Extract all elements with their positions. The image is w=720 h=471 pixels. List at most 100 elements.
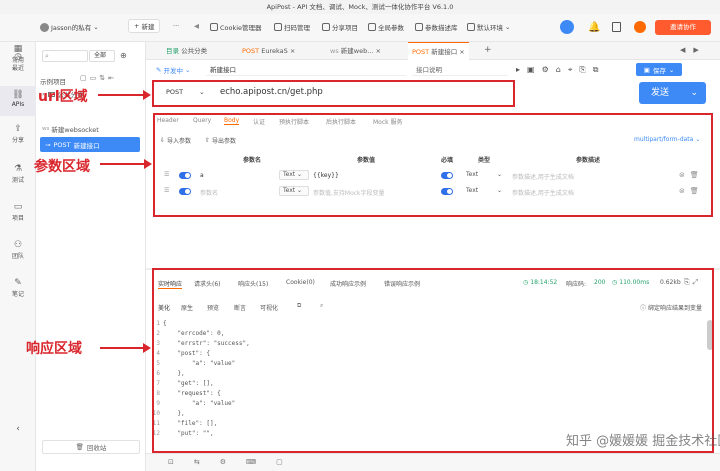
env-selector[interactable]: 默认环境 ⌄ bbox=[467, 22, 510, 32]
recycle-bin-button[interactable]: 🗑 回收站 bbox=[42, 440, 140, 454]
tab-websocket[interactable]: ws 新建web... × bbox=[326, 42, 385, 60]
response-region-box bbox=[152, 268, 714, 453]
method-tag: POST bbox=[53, 140, 71, 149]
trash-icon: 🗑 bbox=[75, 443, 84, 451]
close-icon[interactable]: × bbox=[459, 48, 464, 56]
tab-label: 新建web... bbox=[340, 47, 374, 55]
collapse-icon[interactable]: ‹ bbox=[0, 424, 36, 434]
method-tag: ws bbox=[42, 126, 50, 132]
status-label: 开发中 bbox=[163, 67, 183, 75]
tree-item-label: 新建websocket bbox=[51, 126, 99, 134]
library-icon bbox=[415, 23, 423, 31]
api-desc-input[interactable]: 接口说明 bbox=[412, 64, 508, 76]
doc-icon[interactable] bbox=[612, 22, 621, 32]
param-desc-lib-button[interactable]: 参数描述库 bbox=[415, 22, 458, 32]
bell-icon[interactable]: 🔔 bbox=[588, 22, 600, 33]
rail-label: 项目 bbox=[11, 215, 24, 222]
team-icon: ⚇ bbox=[13, 240, 23, 250]
tree-item-new-api[interactable]: ⊸ POST 新建接口 bbox=[40, 137, 140, 152]
share-label: 分享项目 bbox=[332, 24, 358, 32]
action-icons[interactable]: ▸▣⚙⌂⌖⎘⧉ bbox=[516, 65, 605, 75]
param-desc-lib-label: 参数描述库 bbox=[425, 24, 458, 32]
note-icon: ✎ bbox=[14, 278, 22, 288]
api-name-input[interactable]: 新建接口 bbox=[206, 64, 406, 76]
rail-label: 最近 bbox=[11, 65, 24, 72]
scan-label: 扫码管理 bbox=[284, 24, 310, 32]
dev-status-dot-icon: ✎ bbox=[156, 66, 162, 74]
clock-icon: ◷ bbox=[14, 52, 22, 62]
save-button[interactable]: ▣ 保存 ⌄ bbox=[636, 63, 682, 76]
filter-value: 全部 bbox=[94, 52, 107, 59]
nav-back-icon[interactable]: ◀ bbox=[194, 22, 199, 30]
rail-label: APIs bbox=[11, 101, 25, 108]
url-region-label: url区域 bbox=[38, 89, 88, 105]
tab-label: 公共分类 bbox=[181, 47, 208, 55]
close-icon[interactable]: × bbox=[290, 47, 295, 55]
pin-icon: ⊸ bbox=[45, 140, 51, 149]
sync-icon[interactable] bbox=[560, 20, 574, 34]
rail-item-apis[interactable]: ⛓ APIs bbox=[0, 86, 36, 116]
tab-prefix: POST bbox=[242, 47, 260, 55]
workspace-selector[interactable]: Jasson的私有 ⌄ bbox=[40, 22, 99, 32]
rail-item-test[interactable]: ⚗ 测试 bbox=[0, 164, 36, 184]
chevron-down-icon: ⌄ bbox=[668, 65, 675, 74]
tree-item-websocket[interactable]: ws 新建websocket bbox=[42, 124, 99, 134]
rail-item-notes[interactable]: ✎ 笔记 bbox=[0, 278, 36, 298]
chevron-down-icon: ⌄ bbox=[93, 23, 99, 31]
tree-section-title: 示例项目 bbox=[40, 78, 66, 86]
tab-scroll-icons[interactable]: ◀▶ bbox=[680, 46, 707, 54]
chevron-down-icon: ⌄ bbox=[690, 88, 698, 98]
folder-icon: ▭ bbox=[13, 202, 23, 212]
cookie-manager-button[interactable]: Cookie管理器 bbox=[210, 22, 262, 32]
tab-eureka[interactable]: POST EurekaS × bbox=[238, 42, 299, 60]
rail-item-recent[interactable]: ◷ 最近 bbox=[0, 52, 36, 72]
send-label: 发送 bbox=[651, 88, 670, 98]
tab-label: 新建接口 bbox=[431, 48, 458, 56]
user-avatar[interactable] bbox=[634, 21, 646, 33]
status-select[interactable]: ✎ 开发中 ⌄ bbox=[156, 65, 190, 75]
more-button[interactable]: ··· bbox=[173, 22, 179, 30]
tree-filter-select[interactable]: 全部 bbox=[89, 50, 115, 62]
workspace-name: Jasson的私有 bbox=[51, 24, 92, 32]
tab-new-api[interactable]: POST 新建接口 × bbox=[408, 42, 469, 60]
rail-label: 团队 bbox=[11, 253, 24, 260]
tree-tool-icons[interactable]: ▢▭⇅⇤ bbox=[80, 74, 117, 82]
global-params-button[interactable]: 全局参数 bbox=[368, 22, 404, 32]
top-toolbar: Jasson的私有 ⌄ + 新建 ··· ◀ Cookie管理器 扫码管理 分享… bbox=[0, 14, 720, 42]
rail-label: 笔记 bbox=[11, 291, 24, 298]
chevron-down-icon: ⌄ bbox=[184, 66, 191, 74]
rail-item-share[interactable]: ⇪ 分享 bbox=[0, 124, 36, 144]
cookie-icon bbox=[210, 23, 218, 31]
url-region-box bbox=[152, 80, 515, 107]
add-tab-icon[interactable]: + bbox=[484, 45, 492, 55]
bottom-icons[interactable]: ⊡⇆⚙⌨▢ bbox=[168, 458, 303, 466]
tab-public[interactable]: 目录 公共分类 bbox=[162, 42, 211, 60]
cookie-label: Cookie管理器 bbox=[220, 24, 262, 32]
tab-prefix: 目录 bbox=[166, 47, 179, 55]
api-meta-bar: ✎ 开发中 ⌄ 新建接口 接口说明 ▸▣⚙⌂⌖⎘⧉ ▣ 保存 ⌄ bbox=[146, 60, 720, 80]
params-region-arrow bbox=[100, 159, 152, 169]
rail-item-project[interactable]: ▭ 项目 bbox=[0, 202, 36, 222]
tree-search-input[interactable]: ⌕ bbox=[42, 50, 88, 62]
new-button[interactable]: + 新建 bbox=[128, 19, 161, 33]
send-button[interactable]: 发送 ⌄ bbox=[639, 82, 706, 104]
response-region-arrow bbox=[100, 343, 151, 353]
watermark: 知乎 @媛媛媛 掘金技术社区 bbox=[566, 434, 720, 449]
url-region-arrow bbox=[98, 90, 151, 100]
close-icon[interactable]: × bbox=[376, 47, 381, 55]
request-tabs: 目录 公共分类 POST EurekaS × ws 新建web... × POS… bbox=[146, 42, 720, 60]
rail-item-team[interactable]: ⚇ 团队 bbox=[0, 240, 36, 260]
env-icon bbox=[467, 23, 475, 31]
add-icon[interactable]: ⊕ bbox=[120, 51, 127, 60]
scan-manager-button[interactable]: 扫码管理 bbox=[274, 22, 310, 32]
invite-button[interactable]: 邀请协作 bbox=[655, 20, 711, 35]
global-params-label: 全局参数 bbox=[378, 24, 404, 32]
params-region-label: 参数区域 bbox=[34, 159, 90, 175]
share-project-button[interactable]: 分享项目 bbox=[322, 22, 358, 32]
env-label: 默认环境 bbox=[477, 24, 503, 32]
link-icon: ⛓ bbox=[12, 90, 24, 100]
window-title: ApiPost - API 文档、调试、Mock、测试一体化协作平台 V6.1.… bbox=[0, 0, 720, 14]
share-icon: ⇪ bbox=[14, 124, 22, 134]
params-icon bbox=[368, 23, 376, 31]
bottom-toolbar: ⊡⇆⚙⌨▢ bbox=[146, 453, 720, 471]
